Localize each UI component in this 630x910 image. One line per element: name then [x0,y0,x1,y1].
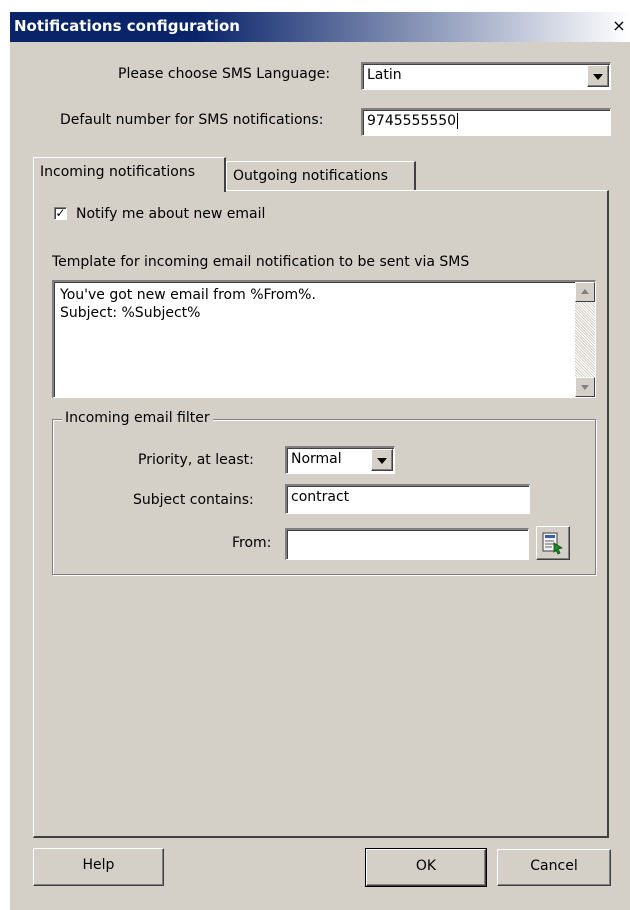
cancel-button[interactable]: Cancel [497,849,611,886]
chevron-down-icon[interactable] [371,449,393,471]
from-label: From: [232,535,272,551]
ok-button-label: OK [415,858,437,874]
sms-number-value: 9745555550 [367,113,457,129]
cancel-button-label: Cancel [530,858,578,874]
help-button-label: Help [82,857,115,873]
priority-label: Priority, at least: [138,452,254,468]
template-textarea[interactable]: You've got new email from %From%. Subjec… [52,280,596,398]
sms-number-label: Default number for SMS notifications: [60,112,324,128]
tab-incoming-notifications[interactable]: Incoming notifications [33,157,226,192]
priority-value: Normal [291,451,342,467]
sms-number-field[interactable]: 9745555550 [361,108,611,136]
tab-outgoing-label: Outgoing notifications [233,168,388,184]
template-text: You've got new email from %From%. Subjec… [60,287,316,321]
close-button[interactable]: × [610,16,628,36]
address-book-icon [542,532,564,555]
from-field[interactable] [285,528,529,560]
help-button[interactable]: Help [33,848,164,886]
sms-language-label: Please choose SMS Language: [118,66,331,82]
template-scrollbar[interactable] [575,282,595,397]
ok-button[interactable]: OK [365,848,487,887]
priority-select[interactable]: Normal [285,446,395,474]
subject-label: Subject contains: [133,492,254,508]
sms-language-select[interactable]: Latin [361,62,611,90]
chevron-down-icon[interactable] [587,65,609,87]
tab-outgoing-notifications[interactable]: Outgoing notifications [226,161,416,191]
tab-incoming-label: Incoming notifications [40,164,196,180]
notify-new-email-checkbox[interactable]: ✓ [54,207,67,220]
template-label: Template for incoming email notification… [52,254,470,270]
window-title: Notifications configuration [14,17,240,35]
scroll-up-arrow-icon[interactable] [575,282,595,302]
subject-field[interactable]: contract [285,484,530,514]
scroll-down-arrow-icon[interactable] [575,377,595,397]
sms-language-value: Latin [367,67,402,83]
filter-group-legend: Incoming email filter [62,410,213,426]
notify-new-email-label[interactable]: Notify me about new email [76,206,265,222]
subject-value: contract [291,489,350,505]
address-book-button[interactable] [536,526,570,560]
